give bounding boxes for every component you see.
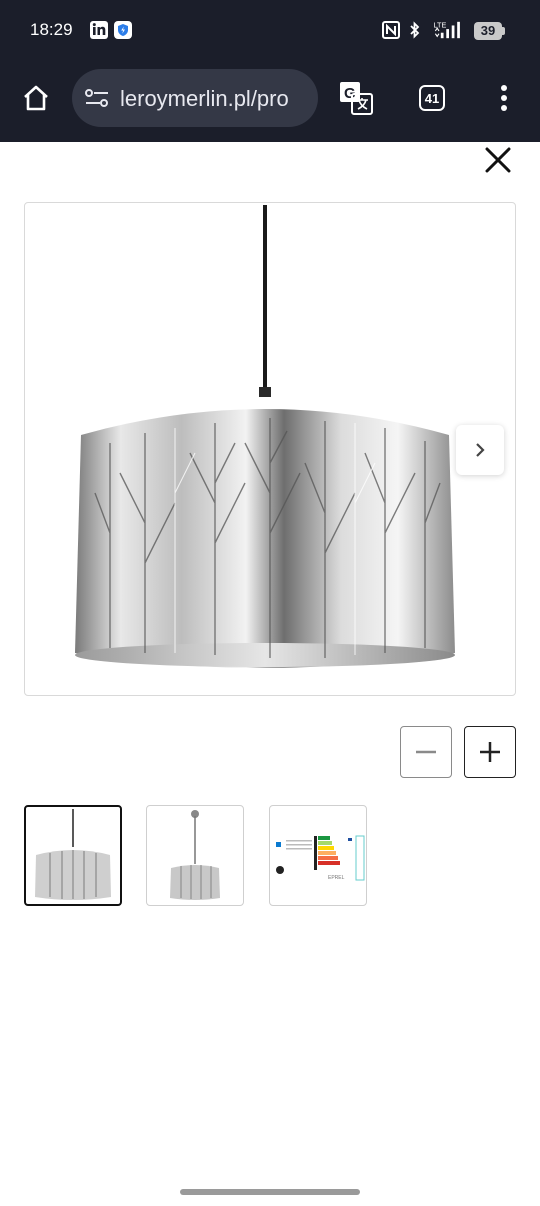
status-time: 18:29 [30, 20, 73, 39]
home-indicator[interactable] [180, 1189, 360, 1195]
plus-icon [480, 742, 500, 762]
close-button[interactable] [480, 142, 516, 178]
energy-label-image: EPREL [276, 835, 365, 881]
translate-icon: G [340, 82, 373, 115]
minus-icon [416, 750, 436, 754]
more-menu-button[interactable] [484, 78, 524, 118]
site-settings-icon [85, 89, 108, 107]
battery-level: 39 [480, 23, 496, 38]
status-bar: 18:29 LTE 39 [0, 0, 540, 62]
signal-icon: LTE [434, 20, 460, 39]
chevron-right-icon [476, 443, 485, 457]
zoom-in-button[interactable] [464, 726, 516, 778]
thumbnail-2[interactable] [146, 805, 244, 906]
close-icon [485, 147, 511, 173]
thumbnail-3[interactable]: EPREL [269, 805, 367, 906]
url-text: leroymerlin.pl/pro [120, 86, 289, 111]
thumbnail-lamp-full-image [170, 810, 220, 900]
thumbnail-lamp-image [35, 809, 111, 900]
shield-app-icon [114, 21, 132, 39]
pendant-lamp-image [75, 205, 455, 668]
main-product-image[interactable] [24, 202, 516, 696]
tabs-button[interactable]: 41 [412, 78, 452, 118]
url-bar[interactable]: leroymerlin.pl/pro [72, 69, 318, 127]
bluetooth-icon [410, 21, 420, 39]
browser-toolbar: leroymerlin.pl/pro G 41 [0, 62, 540, 142]
linkedin-icon [90, 21, 108, 39]
nfc-icon [382, 21, 400, 39]
next-image-button[interactable] [456, 425, 504, 475]
translate-button[interactable]: G [336, 78, 376, 118]
battery-icon: 39 [474, 22, 506, 40]
zoom-out-button[interactable] [400, 726, 452, 778]
more-menu-icon [501, 85, 507, 111]
thumbnail-1[interactable] [24, 805, 122, 906]
home-icon [24, 85, 48, 111]
network-label: LTE [434, 20, 447, 29]
home-button[interactable] [16, 78, 56, 118]
tabs-icon: 41 [419, 85, 445, 111]
energy-label-text: EPREL [328, 875, 345, 881]
